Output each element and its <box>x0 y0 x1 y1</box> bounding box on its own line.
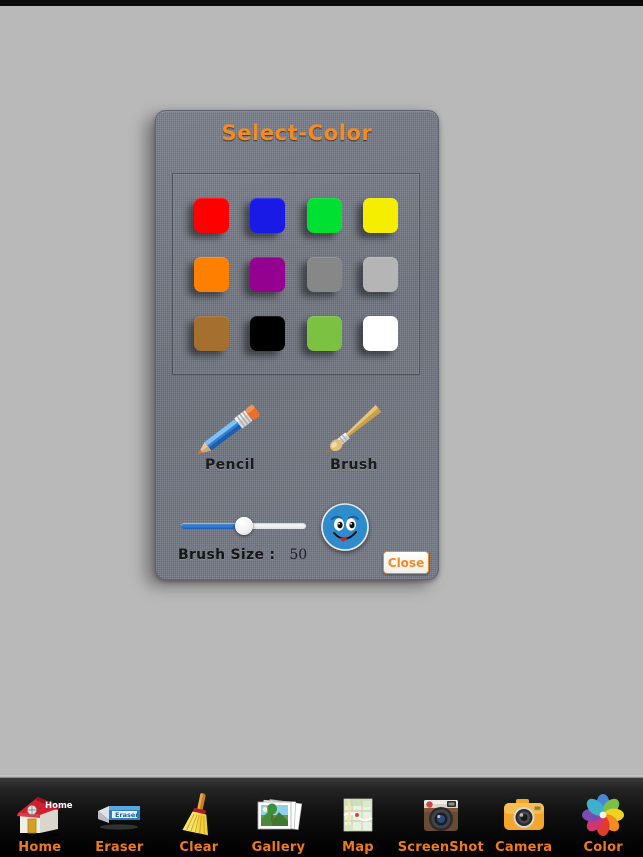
brush-size-slider[interactable] <box>181 515 306 537</box>
brush-size-label: Brush Size : <box>178 547 276 563</box>
tool-pencil-label: Pencil <box>204 457 256 473</box>
toolbar-label-color: Color <box>583 840 623 855</box>
brush-icon <box>306 403 402 455</box>
toolbar-item-camera[interactable]: Camera <box>484 775 564 857</box>
color-swatch-white[interactable] <box>363 316 399 351</box>
retro-camera-icon <box>415 791 467 839</box>
tool-pencil[interactable]: Pencil <box>182 403 278 473</box>
toolbar-item-clear[interactable]: Clear <box>159 775 239 857</box>
color-swatch-light-gray[interactable] <box>363 257 399 292</box>
toolbar-label-gallery: Gallery <box>251 840 306 855</box>
toolbar-label-eraser: Eraser <box>95 840 144 855</box>
eraser-icon: Eraser <box>93 791 145 839</box>
toolbar-item-color[interactable]: Color <box>563 775 643 857</box>
map-icon <box>332 791 384 839</box>
bottom-toolbar: Home Home Eraser Eraser Clear Gallery Ma… <box>0 775 643 857</box>
broom-icon <box>173 791 225 839</box>
swatch-row <box>183 245 409 304</box>
toolbar-label-screenshot: ScreenShot <box>397 840 484 855</box>
svg-text:Home: Home <box>45 801 73 811</box>
dialog-title: Select-Color <box>221 121 373 145</box>
toolbar-label-clear: Clear <box>179 840 219 855</box>
color-swatch-brown[interactable] <box>193 316 229 351</box>
color-swatch-gray[interactable] <box>306 257 342 292</box>
color-swatch-red[interactable] <box>193 198 229 233</box>
color-wheel-icon <box>577 791 629 839</box>
toolbar-item-map[interactable]: Map <box>318 775 398 857</box>
swatch-row <box>183 186 409 245</box>
color-swatch-lime[interactable] <box>306 316 342 351</box>
toolbar-item-gallery[interactable]: Gallery <box>239 775 319 857</box>
smiley-preview-button[interactable] <box>321 503 369 551</box>
toolbar-label-home: Home <box>18 840 62 855</box>
close-button[interactable]: Close <box>383 551 429 574</box>
toolbar-item-eraser[interactable]: Eraser Eraser <box>80 775 160 857</box>
swatch-row <box>183 304 409 363</box>
brush-size-readout: Brush Size : 50 <box>178 547 307 563</box>
home-icon: Home <box>14 791 73 839</box>
color-swatch-green[interactable] <box>306 198 342 233</box>
toolbar-item-screenshot[interactable]: ScreenShot <box>398 775 484 857</box>
paint-app: Select-Color Pencil Brush Brush Size: 5… <box>0 0 643 857</box>
tool-brush-label: Brush <box>330 457 378 473</box>
slider-empty-track <box>243 523 306 529</box>
svg-text:Eraser: Eraser <box>115 811 139 819</box>
camera-icon <box>498 791 550 839</box>
tool-brush[interactable]: Brush <box>306 403 402 473</box>
toolbar-item-home[interactable]: Home Home <box>0 775 80 857</box>
color-swatch-purple[interactable] <box>250 257 286 292</box>
color-swatch-orange[interactable] <box>193 257 229 292</box>
photos-icon <box>252 791 304 839</box>
brush-size-value: 50 <box>289 547 308 563</box>
color-swatch-blue[interactable] <box>250 198 286 233</box>
pencil-icon <box>182 403 278 455</box>
slider-knob[interactable] <box>234 517 253 535</box>
toolbar-label-camera: Camera <box>495 840 553 855</box>
select-color-dialog: Select-Color Pencil Brush Brush Size: 5… <box>155 110 439 580</box>
color-swatch-yellow[interactable] <box>363 198 399 233</box>
toolbar-label-map: Map <box>342 840 374 855</box>
color-swatch-grid <box>172 173 420 375</box>
color-swatch-black[interactable] <box>250 316 286 351</box>
close-button-label: Close <box>387 555 425 570</box>
